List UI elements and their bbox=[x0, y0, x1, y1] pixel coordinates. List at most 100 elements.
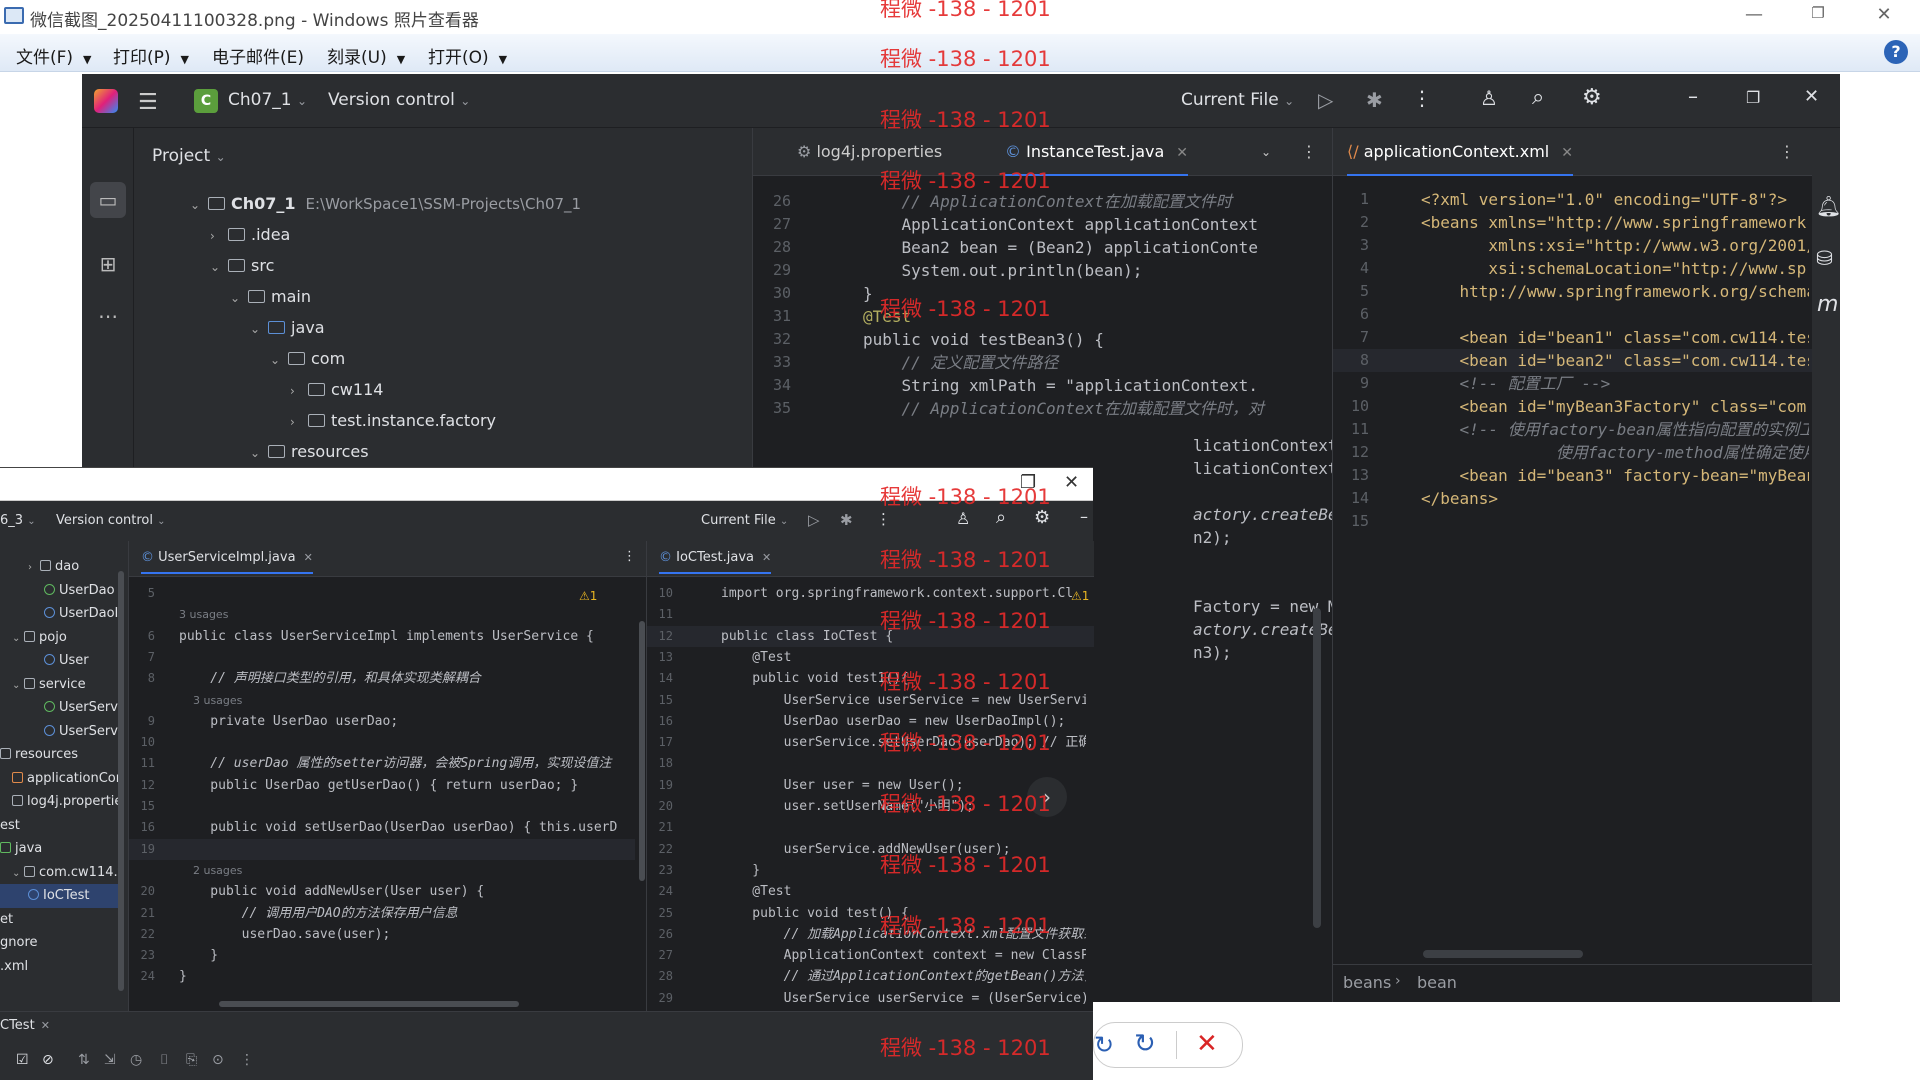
chevron-icon[interactable]: ⌄ bbox=[12, 862, 24, 885]
database-icon[interactable]: ⛁ bbox=[1816, 246, 1833, 270]
tree-item[interactable]: › cw114 bbox=[134, 374, 752, 405]
main-menu-icon[interactable]: ☰ bbox=[138, 90, 158, 115]
small-tree-item[interactable]: gnore bbox=[0, 931, 118, 955]
collapse-icon[interactable]: ⇲ bbox=[104, 1052, 116, 1068]
breadcrumb-bean[interactable]: bean bbox=[1417, 973, 1457, 992]
menu-file[interactable]: 文件(F) ▼ bbox=[16, 43, 92, 68]
chevron-down-icon[interactable]: ⌄ bbox=[250, 438, 268, 469]
more-tools-icon[interactable]: ⋯ bbox=[90, 298, 126, 334]
passed-tests-icon[interactable]: ☑ bbox=[16, 1052, 29, 1068]
small-tree-item[interactable]: UserServi bbox=[0, 696, 118, 720]
menu-burn[interactable]: 刻录(U) ▼ bbox=[327, 43, 405, 68]
chevron-icon[interactable]: › bbox=[28, 556, 40, 579]
small-tree-item[interactable]: et bbox=[0, 908, 118, 932]
small-minimize-icon[interactable]: – bbox=[1080, 507, 1088, 526]
run-icon[interactable]: ▷ bbox=[1318, 88, 1333, 112]
delete-icon[interactable]: ✕ bbox=[1196, 1029, 1218, 1059]
rotate-right-icon[interactable]: ↻ bbox=[1134, 1029, 1156, 1059]
small-tree-item[interactable]: IoCTest bbox=[0, 884, 118, 908]
small-tree-item[interactable]: User bbox=[0, 649, 118, 673]
ide-restore-icon[interactable]: ❐ bbox=[1746, 88, 1760, 107]
small-more-icon[interactable]: ⋮ bbox=[876, 510, 891, 528]
chevron-down-icon[interactable]: ⌄ bbox=[210, 252, 228, 283]
small-run-icon[interactable]: ▷ bbox=[808, 511, 820, 529]
small-editor1-scrollbar[interactable] bbox=[639, 621, 645, 881]
small-tree-item[interactable]: resources bbox=[0, 743, 118, 767]
chevron-right-icon[interactable]: › bbox=[290, 407, 308, 438]
restore-icon[interactable]: ❐ bbox=[1798, 4, 1838, 30]
settings-icon[interactable]: ⚙ bbox=[1582, 85, 1602, 110]
tab-userserviceimpl-java[interactable]: © UserServiceImpl.java ✕ bbox=[141, 550, 313, 574]
export-icon[interactable]: ⎘ bbox=[186, 1052, 197, 1068]
breadcrumb-beans[interactable]: beans bbox=[1343, 973, 1391, 992]
ide-close-icon[interactable]: ✕ bbox=[1804, 86, 1819, 107]
project-selector[interactable]: Ch07_1 ⌄ bbox=[228, 90, 307, 110]
editor-scrollbar[interactable] bbox=[1313, 608, 1321, 928]
rotate-left-icon[interactable]: ↻ bbox=[1094, 1031, 1114, 1059]
small-tree-item[interactable]: ⌄ com.cw114.test bbox=[0, 861, 118, 885]
ide-minimize-icon[interactable]: – bbox=[1688, 84, 1698, 108]
small-debug-icon[interactable]: ✱ bbox=[840, 511, 853, 529]
tree-item[interactable]: ⌄ main bbox=[134, 281, 752, 312]
run-config-selector[interactable]: Current File ⌄ bbox=[1181, 90, 1294, 110]
import-icon[interactable]: ⊙ bbox=[212, 1052, 224, 1068]
tree-item[interactable]: ⌄ java bbox=[134, 312, 752, 343]
small-tree-item[interactable]: est bbox=[0, 814, 118, 838]
close-tab-icon[interactable]: ✕ bbox=[1176, 145, 1188, 161]
tree-item[interactable]: ⌄ src bbox=[134, 250, 752, 281]
notifications-icon[interactable]: 🔔︎ bbox=[1816, 194, 1841, 218]
xml-hscrollbar[interactable] bbox=[1423, 950, 1583, 958]
menu-email[interactable]: 电子邮件(E) bbox=[212, 43, 304, 68]
camera-icon[interactable]: ⌷ bbox=[160, 1052, 168, 1068]
tab-applicationcontext-xml[interactable]: ⟨/ applicationContext.xml ✕ bbox=[1347, 128, 1573, 176]
chevron-icon[interactable]: ⌄ bbox=[12, 627, 24, 650]
chevron-down-icon[interactable]: ⌄ bbox=[230, 283, 248, 314]
tabs-more-icon[interactable]: ⋮ bbox=[1301, 128, 1317, 176]
small-tree-item[interactable]: java bbox=[0, 837, 118, 861]
small-run-config[interactable]: Current File ⌄ bbox=[701, 513, 788, 528]
history-icon[interactable]: ◷ bbox=[130, 1052, 142, 1068]
tabs-dropdown-icon[interactable]: ⌄ bbox=[1261, 128, 1271, 176]
menu-open[interactable]: 打开(O) ▼ bbox=[428, 43, 507, 68]
small-tab1-more-icon[interactable]: ⋮ bbox=[623, 549, 636, 564]
menu-print[interactable]: 打印(P) ▼ bbox=[113, 43, 189, 68]
small-tree-item[interactable]: UserServi bbox=[0, 720, 118, 744]
xml-more-icon[interactable]: ⋮ bbox=[1779, 128, 1795, 176]
chevron-right-icon[interactable]: › bbox=[210, 221, 228, 252]
add-user-icon[interactable]: ♙ bbox=[1480, 86, 1498, 110]
tab-ioctest-java[interactable]: © IoCTest.java ✕ bbox=[659, 550, 772, 574]
run-tab[interactable]: CTest ✕ bbox=[0, 1018, 50, 1033]
small-tree-scrollbar[interactable] bbox=[118, 571, 124, 991]
small-tree-item[interactable]: ⌄ service bbox=[0, 673, 118, 697]
small-editor1-hscrollbar[interactable] bbox=[219, 1001, 519, 1007]
search-icon[interactable]: ⌕ bbox=[1532, 85, 1544, 110]
run-more-icon[interactable]: ⋮ bbox=[240, 1052, 254, 1068]
chevron-down-icon[interactable]: ⌄ bbox=[250, 314, 268, 345]
maven-icon[interactable]: m bbox=[1817, 292, 1838, 317]
chevron-down-icon[interactable]: ⌄ bbox=[190, 190, 208, 221]
ignored-tests-icon[interactable]: ⊘ bbox=[42, 1052, 54, 1068]
more-icon[interactable]: ⋮ bbox=[1412, 86, 1432, 110]
debug-icon[interactable]: ✱ bbox=[1366, 88, 1383, 112]
tree-item[interactable]: ⌄ Ch07_1 E:\WorkSpace1\SSM-Projects\Ch07_1 bbox=[134, 188, 752, 219]
help-icon[interactable]: ? bbox=[1884, 40, 1908, 64]
small-add-user-icon[interactable]: ♙ bbox=[956, 509, 970, 528]
minimize-icon[interactable]: — bbox=[1734, 4, 1774, 30]
structure-tool-icon[interactable]: ⊞ bbox=[90, 246, 126, 282]
tree-item[interactable]: ⌄ resources bbox=[134, 436, 752, 467]
small-tree-item[interactable]: ⌄ pojo bbox=[0, 626, 118, 650]
small-vcs-selector[interactable]: Version control ⌄ bbox=[56, 513, 166, 528]
small-project-selector[interactable]: 6_3 ⌄ bbox=[0, 513, 36, 528]
tree-item[interactable]: › test.instance.factory bbox=[134, 405, 752, 436]
chevron-down-icon[interactable]: ⌄ bbox=[270, 345, 288, 376]
small-tree-item[interactable]: › dao bbox=[0, 555, 118, 579]
close-icon[interactable]: ✕ bbox=[1864, 4, 1904, 30]
chevron-right-icon[interactable]: › bbox=[290, 376, 308, 407]
small-tree-item[interactable]: UserDao bbox=[0, 579, 118, 603]
small-tree-item[interactable]: UserDaoIm bbox=[0, 602, 118, 626]
sort-icon[interactable]: ⇅ bbox=[78, 1052, 90, 1068]
project-tool-icon[interactable]: ▭ bbox=[90, 182, 126, 218]
close-xml-tab-icon[interactable]: ✕ bbox=[1561, 145, 1573, 161]
small-tree-item[interactable]: log4j.properties bbox=[0, 790, 118, 814]
chevron-icon[interactable]: ⌄ bbox=[12, 674, 24, 697]
